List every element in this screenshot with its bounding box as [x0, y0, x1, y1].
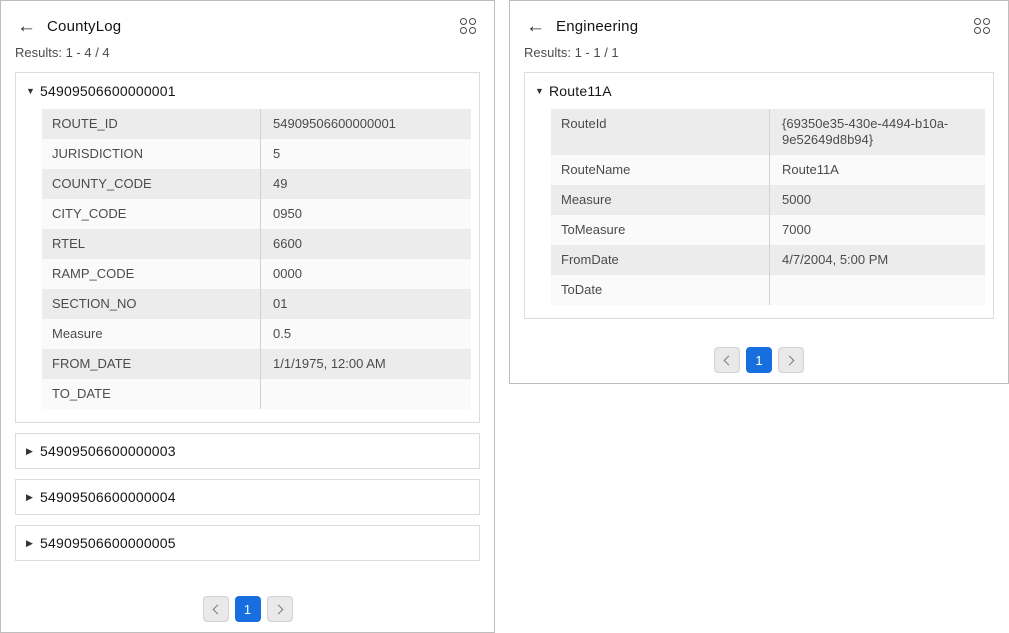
caret-right-icon: ▶ [26, 444, 40, 458]
collapsed-list: ▶ 54909506600000003 ▶ 54909506600000004 … [15, 433, 480, 561]
feature-info-panel: ← Engineering Results: 1 - 1 / 1 ▼ Route… [509, 0, 1009, 384]
current-page-button[interactable]: 1 [235, 596, 261, 622]
feature-card-collapsed[interactable]: ▶ 54909506600000003 [15, 433, 480, 469]
pagination: 1 [510, 347, 1008, 373]
attribute-label: Measure [42, 319, 260, 349]
attribute-value: 5 [260, 139, 471, 169]
chevron-left-icon [212, 604, 222, 614]
feature-info-panel: ← CountyLog Results: 1 - 4 / 4 ▼ 5490950… [0, 0, 495, 633]
chevron-right-icon [273, 604, 283, 614]
next-page-button[interactable] [267, 596, 293, 622]
attribute-value: 4/7/2004, 5:00 PM [769, 245, 985, 275]
feature-list: ▼ 54909506600000001 ROUTE_ID 54909506600… [15, 72, 480, 561]
attribute-row: TO_DATE [42, 379, 471, 409]
panel-header: ← Engineering [510, 1, 1008, 36]
attribute-row: FROM_DATE 1/1/1975, 12:00 AM [42, 349, 471, 379]
attribute-row: RouteName Route11A [551, 155, 985, 185]
attribute-label: CITY_CODE [42, 199, 260, 229]
caret-right-icon: ▶ [26, 536, 40, 550]
attribute-label: ToMeasure [551, 215, 769, 245]
chevron-right-icon [785, 355, 795, 365]
attribute-label: Measure [551, 185, 769, 215]
prev-page-button[interactable] [203, 596, 229, 622]
attribute-table: ROUTE_ID 54909506600000001 JURISDICTION … [42, 109, 471, 409]
chevron-left-icon [724, 355, 734, 365]
attribute-table: RouteId {69350e35-430e-4494-b10a-9e52649… [551, 109, 985, 305]
attribute-label: RouteName [551, 155, 769, 185]
attribute-row: RouteId {69350e35-430e-4494-b10a-9e52649… [551, 109, 985, 155]
panel-title: CountyLog [47, 18, 458, 35]
attribute-row: RAMP_CODE 0000 [42, 259, 471, 289]
attribute-row: Measure 5000 [551, 185, 985, 215]
feature-title: 54909506600000003 [40, 443, 176, 459]
attribute-row: FromDate 4/7/2004, 5:00 PM [551, 245, 985, 275]
attribute-label: TO_DATE [42, 379, 260, 409]
attribute-row: CITY_CODE 0950 [42, 199, 471, 229]
feature-card-collapsed[interactable]: ▶ 54909506600000004 [15, 479, 480, 515]
attribute-label: RTEL [42, 229, 260, 259]
attribute-value: 0.5 [260, 319, 471, 349]
prev-page-button[interactable] [714, 347, 740, 373]
attribute-label: RouteId [551, 109, 769, 155]
feature-list: ▼ Route11A RouteId {69350e35-430e-4494-b… [524, 72, 994, 319]
attribute-value: {69350e35-430e-4494-b10a-9e52649d8b94} [769, 109, 985, 155]
attribute-row: SECTION_NO 01 [42, 289, 471, 319]
feature-header-toggle[interactable]: ▼ Route11A [525, 73, 993, 108]
attribute-value: 54909506600000001 [260, 109, 471, 139]
attribute-value: 49 [260, 169, 471, 199]
caret-right-icon: ▶ [26, 490, 40, 504]
attribute-label: FROM_DATE [42, 349, 260, 379]
back-button[interactable]: ← [17, 17, 36, 36]
caret-down-icon: ▼ [535, 84, 549, 98]
attribute-row: COUNTY_CODE 49 [42, 169, 471, 199]
attribute-value: 6600 [260, 229, 471, 259]
attribute-value: 5000 [769, 185, 985, 215]
back-arrow-icon: ← [526, 16, 545, 37]
attribute-value: Route11A [769, 155, 985, 185]
attribute-label: RAMP_CODE [42, 259, 260, 289]
next-page-button[interactable] [778, 347, 804, 373]
apps-grid-icon [974, 18, 990, 34]
attribute-label: ToDate [551, 275, 769, 305]
attribute-label: ROUTE_ID [42, 109, 260, 139]
attribute-row: RTEL 6600 [42, 229, 471, 259]
panels-root: ← CountyLog Results: 1 - 4 / 4 ▼ 5490950… [0, 0, 1009, 633]
attribute-value: 01 [260, 289, 471, 319]
feature-card-expanded: ▼ Route11A RouteId {69350e35-430e-4494-b… [524, 72, 994, 319]
panel-title: Engineering [556, 18, 972, 35]
attribute-row: JURISDICTION 5 [42, 139, 471, 169]
attribute-value: 0950 [260, 199, 471, 229]
attribute-value: 1/1/1975, 12:00 AM [260, 349, 471, 379]
attribute-value: 7000 [769, 215, 985, 245]
results-count: Results: 1 - 4 / 4 [1, 36, 494, 60]
attribute-value [769, 275, 985, 305]
feature-title: 54909506600000004 [40, 489, 176, 505]
feature-title: Route11A [549, 83, 612, 99]
feature-card-collapsed[interactable]: ▶ 54909506600000005 [15, 525, 480, 561]
attribute-row: ROUTE_ID 54909506600000001 [42, 109, 471, 139]
feature-card-expanded: ▼ 54909506600000001 ROUTE_ID 54909506600… [15, 72, 480, 423]
attribute-row: Measure 0.5 [42, 319, 471, 349]
apps-grid-icon [460, 18, 476, 34]
attribute-label: FromDate [551, 245, 769, 275]
back-arrow-icon: ← [17, 16, 36, 37]
feature-title: 54909506600000001 [40, 83, 176, 99]
attribute-label: COUNTY_CODE [42, 169, 260, 199]
attribute-row: ToDate [551, 275, 985, 305]
attribute-label: SECTION_NO [42, 289, 260, 319]
feature-title: 54909506600000005 [40, 535, 176, 551]
attribute-value [260, 379, 471, 409]
attribute-value: 0000 [260, 259, 471, 289]
panel-header: ← CountyLog [1, 1, 494, 36]
results-count: Results: 1 - 1 / 1 [510, 36, 1008, 60]
actions-menu-button[interactable] [972, 16, 992, 36]
attribute-label: JURISDICTION [42, 139, 260, 169]
feature-header-toggle[interactable]: ▼ 54909506600000001 [16, 73, 479, 108]
actions-menu-button[interactable] [458, 16, 478, 36]
caret-down-icon: ▼ [26, 84, 40, 98]
current-page-button[interactable]: 1 [746, 347, 772, 373]
pagination: 1 [1, 596, 494, 622]
back-button[interactable]: ← [526, 17, 545, 36]
attribute-row: ToMeasure 7000 [551, 215, 985, 245]
